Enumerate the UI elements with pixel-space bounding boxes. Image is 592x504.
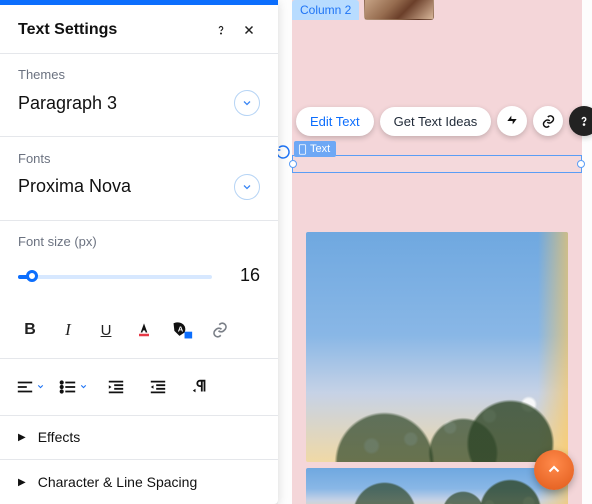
help-button[interactable]: [210, 19, 232, 41]
caret-right-icon: ▶: [18, 477, 26, 488]
canvas-image-1[interactable]: [306, 232, 568, 462]
canvas-image-2[interactable]: [306, 468, 568, 504]
font-size-slider[interactable]: [18, 266, 212, 286]
themes-dropdown-button[interactable]: [234, 90, 260, 116]
font-size-value: 16: [226, 265, 260, 286]
highlight-color-button[interactable]: A: [168, 316, 196, 344]
list-button[interactable]: [59, 379, 88, 395]
caret-right-icon: ▶: [18, 432, 26, 443]
text-direction-button[interactable]: [186, 373, 214, 401]
text-selection-box[interactable]: [292, 155, 582, 173]
panel-title: Text Settings: [18, 21, 210, 39]
indent-increase-button[interactable]: [144, 373, 172, 401]
text-element-icon: [298, 144, 307, 155]
chevron-down-icon: [79, 382, 88, 391]
selected-element-type: Text: [310, 143, 330, 155]
link-button[interactable]: [206, 316, 234, 344]
scroll-to-top-fab[interactable]: [534, 450, 574, 490]
fonts-label: Fonts: [18, 151, 260, 166]
rotate-handle[interactable]: [278, 143, 292, 161]
element-link-button[interactable]: [533, 106, 563, 136]
indent-decrease-button[interactable]: [102, 373, 130, 401]
resize-handle-right[interactable]: [577, 160, 585, 168]
image-stack: [306, 232, 568, 504]
chevron-down-icon: [36, 382, 45, 391]
svg-text:A: A: [178, 325, 184, 334]
effects-label: Effects: [38, 429, 81, 445]
themes-section: Themes Paragraph 3: [0, 53, 278, 136]
edit-text-button[interactable]: Edit Text: [296, 107, 374, 136]
align-button[interactable]: [16, 379, 45, 395]
fonts-dropdown-button[interactable]: [234, 174, 260, 200]
fonts-value: Proxima Nova: [18, 176, 131, 197]
panel-header: Text Settings: [0, 5, 278, 53]
column-tag[interactable]: Column 2: [292, 0, 359, 20]
text-color-button[interactable]: [130, 316, 158, 344]
close-button[interactable]: [238, 19, 260, 41]
italic-button[interactable]: I: [54, 316, 82, 344]
resize-handle-left[interactable]: [289, 160, 297, 168]
animation-button[interactable]: [497, 106, 527, 136]
themes-label: Themes: [18, 67, 260, 82]
fonts-section: Fonts Proxima Nova: [0, 137, 278, 220]
bold-button[interactable]: B: [16, 316, 44, 344]
editor-canvas[interactable]: Column 2 Edit Text Get Text Ideas Text: [278, 0, 592, 504]
underline-button[interactable]: U: [92, 316, 120, 344]
effects-section-toggle[interactable]: ▶ Effects: [0, 415, 278, 459]
paragraph-toolbar: [0, 359, 278, 415]
element-help-button[interactable]: [569, 106, 592, 136]
selected-element-tag[interactable]: Text: [294, 141, 336, 157]
spacing-section-toggle[interactable]: ▶ Character & Line Spacing: [0, 460, 278, 504]
themes-value: Paragraph 3: [18, 93, 117, 114]
spacing-label: Character & Line Spacing: [38, 474, 198, 490]
text-format-toolbar: B I U A: [0, 302, 278, 358]
font-size-section: Font size (px) 16: [0, 220, 278, 302]
font-size-label: Font size (px): [18, 234, 260, 249]
text-settings-panel: Text Settings Themes Paragraph 3 Fonts: [0, 0, 278, 504]
get-text-ideas-button[interactable]: Get Text Ideas: [380, 107, 492, 136]
header-image-thumb[interactable]: [364, 0, 434, 20]
element-floating-toolbar: Edit Text Get Text Ideas: [296, 106, 592, 136]
